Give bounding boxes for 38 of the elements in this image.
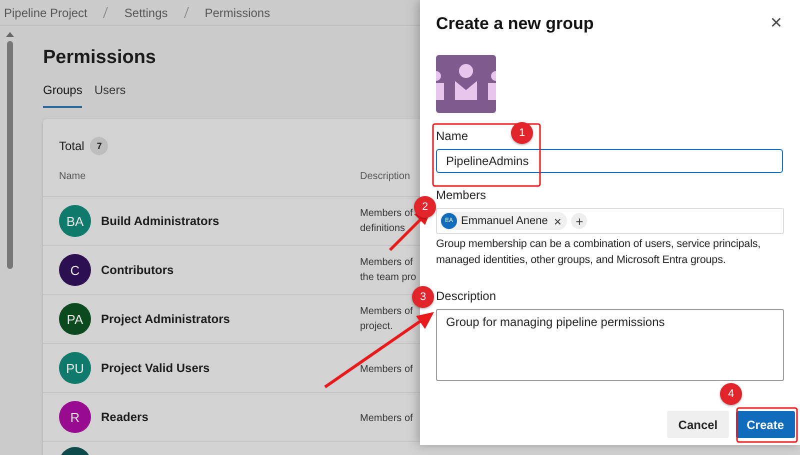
group-avatar: R: [59, 401, 91, 433]
group-avatar: PU: [59, 352, 91, 384]
group-avatar: BA: [59, 205, 91, 237]
group-name[interactable]: Build Administrators: [101, 214, 220, 228]
total-label: Total: [59, 139, 84, 153]
close-button[interactable]: ×: [768, 12, 784, 35]
breadcrumb-link[interactable]: Settings: [120, 6, 172, 20]
group-avatar: C: [59, 254, 91, 286]
group-description: Members of: [360, 412, 413, 426]
column-header: Description: [360, 170, 412, 182]
help-text: Group membership can be a combination of users, service principals, managed identities, other groups, and Microsoft Entra groups.: [436, 237, 762, 268]
cancel-button[interactable]: Cancel: [667, 411, 729, 438]
breadcrumb-link[interactable]: Pipeline Project: [0, 6, 92, 20]
field-label: Members: [436, 188, 486, 202]
group-name[interactable]: Project Administrators: [101, 312, 230, 326]
add-member-button[interactable]: +: [571, 213, 588, 229]
dialog-title: Create a new group: [436, 14, 594, 34]
tab[interactable]: Users: [94, 83, 126, 108]
name-field[interactable]: PipelineAdmins: [436, 149, 783, 173]
count-badge: 7: [90, 137, 108, 155]
group-description: Members of definitions: [360, 207, 413, 236]
breadcrumb-link[interactable]: Permissions: [200, 6, 274, 20]
field-label: Description: [436, 289, 496, 303]
column-header: Name: [58, 170, 87, 182]
group-name[interactable]: Readers: [101, 410, 148, 424]
group-description: Members of the team pro: [360, 256, 416, 285]
member-name: Emmanuel Anene: [461, 215, 548, 227]
group-description: Members of project.: [360, 305, 413, 334]
create-button[interactable]: Create: [736, 411, 795, 438]
description-field[interactable]: Group for managing pipeline permissions: [436, 309, 784, 381]
field-label: Name: [436, 129, 468, 143]
group-name[interactable]: Contributors: [101, 263, 174, 277]
remove-member-button[interactable]: ×: [552, 214, 564, 228]
group-avatar: PA: [59, 303, 91, 335]
group-name[interactable]: Project Valid Users: [101, 361, 210, 375]
page-title: Permissions: [43, 47, 157, 69]
tab[interactable]: Groups: [43, 83, 82, 108]
group-description: Members of: [360, 363, 413, 377]
